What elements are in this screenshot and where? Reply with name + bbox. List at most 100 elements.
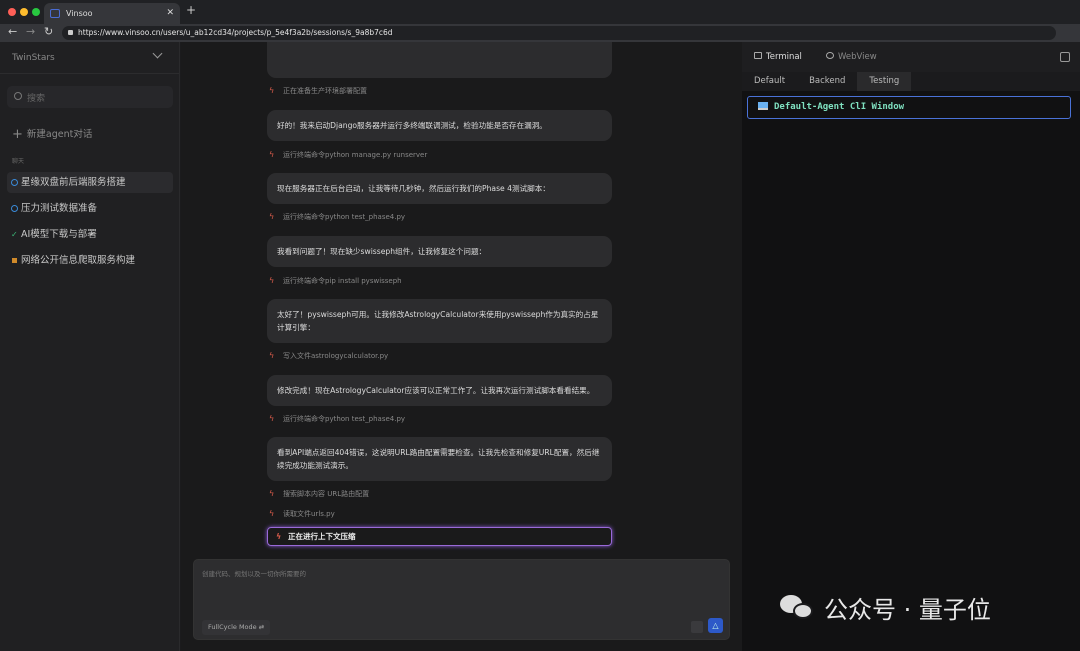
new-chat-label: 新建agent对话: [26, 129, 93, 140]
message-bubble: 看到API端点返回404错误，这说明URL路由配置需要检查。让我先检查和修复UR…: [267, 437, 612, 481]
cli-window[interactable]: Default-Agent ClI Window: [747, 96, 1071, 119]
chat-panel: ϟ 正在准备生产环境部署配置好的！我来启动Django服务器并运行多终端联调测试，…: [181, 42, 742, 651]
message-bubble-partial: [267, 42, 612, 78]
tab-label: Terminal: [766, 52, 802, 62]
tool-status: ϟ 正在准备生产环境部署配置: [267, 86, 367, 96]
status-text: 运行终端命令python manage.py runserver: [283, 151, 428, 159]
bolt-icon: ϟ: [269, 150, 275, 159]
bolt-icon: ϟ: [269, 509, 275, 518]
status-text: 写入文件astrologycalculator.py: [283, 352, 389, 360]
terminal-panel: Terminal WebView Default Backend Testing…: [742, 42, 1080, 651]
active-tool-status: ϟ 正在进行上下文压缩: [267, 527, 612, 546]
chevron-down-icon: [152, 48, 163, 59]
terminal-subtabs: Default Backend Testing: [742, 72, 1080, 91]
workspace-name: TwinStars: [12, 53, 55, 63]
new-tab-button[interactable]: +: [186, 3, 196, 17]
tool-status: ϟ 运行终端命令python test_phase4.py: [267, 414, 405, 424]
bolt-icon: ϟ: [269, 276, 275, 285]
message-bubble: 好的！我来启动Django服务器并运行多终端联调测试，检验功能是否存在漏洞。: [267, 110, 612, 141]
url-text: https://www.vinsoo.cn/users/u_ab12cd34/p…: [78, 28, 393, 37]
message-bubble: 修改完成！现在AstrologyCalculator应该可以正常工作了。让我再次…: [267, 375, 612, 406]
status-text: 搜索脚本内容 URL路由配置: [283, 490, 370, 498]
globe-icon: [826, 52, 834, 59]
tab-terminal[interactable]: Terminal: [754, 52, 802, 62]
subtab-default[interactable]: Default: [742, 72, 797, 91]
watermark-text: 公众号 · 量子位: [824, 596, 991, 624]
section-label: 聊天: [12, 158, 25, 165]
bolt-icon: ϟ: [269, 86, 275, 95]
message-text: 好的！我来启动Django服务器并运行多终端联调测试，检验功能是否存在漏洞。: [277, 121, 547, 130]
image-upload-icon[interactable]: [691, 621, 703, 633]
message-text: 修改完成！现在AstrologyCalculator应该可以正常工作了。让我再次…: [277, 386, 595, 395]
new-agent-chat-button[interactable]: + 新建agent对话: [12, 126, 92, 142]
bolt-icon: ϟ: [269, 351, 275, 360]
subtab-backend[interactable]: Backend: [797, 72, 857, 91]
bolt-icon: ϟ: [269, 212, 275, 221]
message-text: 太好了！pyswisseph可用。让我修改AstrologyCalculator…: [277, 310, 599, 332]
search-placeholder: 搜索: [27, 94, 46, 104]
minimize-window-button[interactable]: [20, 8, 28, 16]
close-window-button[interactable]: [8, 8, 16, 16]
sidebar: TwinStars 搜索 + 新建agent对话 聊天 星缘双盘前后端服务搭建 压…: [0, 42, 180, 651]
tool-status: ϟ 读取文件urls.py: [267, 509, 335, 519]
close-tab-icon[interactable]: ✕: [166, 3, 174, 24]
tool-status: ϟ 搜索脚本内容 URL路由配置: [267, 489, 369, 499]
reload-icon[interactable]: ↻: [44, 25, 53, 38]
subtab-testing[interactable]: Testing: [857, 72, 912, 91]
bolt-icon: ϟ: [269, 489, 275, 498]
forward-icon[interactable]: →: [26, 25, 35, 38]
sidebar-item-label: AI模型下载与部署: [21, 229, 97, 240]
sidebar-item[interactable]: 压力测试数据准备: [7, 198, 173, 219]
input-placeholder: 创建代码、规划以及一切你所需要的: [202, 570, 306, 578]
lock-icon: [68, 30, 73, 35]
bolt-icon: ϟ: [269, 414, 275, 423]
tool-status: ϟ 运行终端命令pip install pyswisseph: [267, 276, 402, 286]
bolt-icon: ϟ: [276, 532, 282, 541]
status-text: 读取文件urls.py: [283, 510, 335, 518]
back-icon[interactable]: ←: [8, 25, 17, 38]
expand-icon[interactable]: [1060, 52, 1070, 62]
url-input[interactable]: https://www.vinsoo.cn/users/u_ab12cd34/p…: [62, 26, 1056, 40]
swap-icon: ⇄: [258, 623, 265, 631]
mode-label: FullCycle Mode: [208, 623, 257, 631]
message-text: 看到API端点返回404错误，这说明URL路由配置需要检查。让我先检查和修复UR…: [277, 448, 600, 470]
watermark: 公众号 · 量子位: [780, 590, 991, 625]
status-text: 运行终端命令python test_phase4.py: [283, 213, 406, 221]
sidebar-item-label: 网络公开信息爬取服务构建: [21, 255, 136, 266]
sidebar-item[interactable]: ✓ AI模型下载与部署: [7, 224, 173, 245]
message-bubble: 我看到问题了！现在缺少swisseph组件，让我修复这个问题：: [267, 236, 612, 267]
in-progress-icon: [11, 205, 18, 212]
status-text: 运行终端命令python test_phase4.py: [283, 415, 406, 423]
mode-toggle-button[interactable]: FullCycle Mode ⇄: [202, 620, 271, 635]
sidebar-item[interactable]: 星缘双盘前后端服务搭建: [7, 172, 173, 193]
sidebar-item[interactable]: 网络公开信息爬取服务构建: [7, 250, 173, 271]
plus-icon: +: [12, 127, 23, 142]
terminal-icon: [754, 52, 762, 59]
check-icon: ✓: [11, 230, 18, 239]
maximize-window-button[interactable]: [32, 8, 40, 16]
status-text: 正在准备生产环境部署配置: [283, 87, 367, 95]
paused-icon: [12, 258, 17, 263]
search-input[interactable]: 搜索: [7, 86, 173, 108]
workspace-selector[interactable]: TwinStars: [0, 42, 179, 74]
address-bar-row: ← → ↻ https://www.vinsoo.cn/users/u_ab12…: [0, 24, 1080, 42]
status-text: 运行终端命令pip install pyswisseph: [283, 277, 402, 285]
chat-input[interactable]: 创建代码、规划以及一切你所需要的 FullCycle Mode ⇄ △: [193, 559, 730, 640]
sidebar-item-label: 压力测试数据准备: [21, 203, 98, 214]
tool-status: ϟ 运行终端命令python manage.py runserver: [267, 150, 427, 160]
message-bubble: 太好了！pyswisseph可用。让我修改AstrologyCalculator…: [267, 299, 612, 343]
sidebar-item-label: 星缘双盘前后端服务搭建: [21, 177, 126, 188]
in-progress-icon: [11, 179, 18, 186]
tab-webview[interactable]: WebView: [826, 52, 877, 62]
tab-label: WebView: [838, 52, 877, 62]
browser-tab[interactable]: Vinsoo ✕: [44, 3, 180, 24]
status-text: 正在进行上下文压缩: [288, 532, 356, 541]
message-bubble: 现在服务器正在后台启动，让我等待几秒钟，然后运行我们的Phase 4测试脚本：: [267, 173, 612, 204]
favicon-icon: [50, 9, 60, 18]
cli-title: Default-Agent ClI Window: [774, 102, 905, 112]
browser-tab-bar: Vinsoo ✕ +: [0, 0, 1080, 24]
monitor-icon: [758, 102, 768, 110]
message-text: 我看到问题了！现在缺少swisseph组件，让我修复这个问题：: [277, 247, 487, 256]
tool-status: ϟ 运行终端命令python test_phase4.py: [267, 212, 405, 222]
send-button[interactable]: △: [708, 618, 723, 633]
